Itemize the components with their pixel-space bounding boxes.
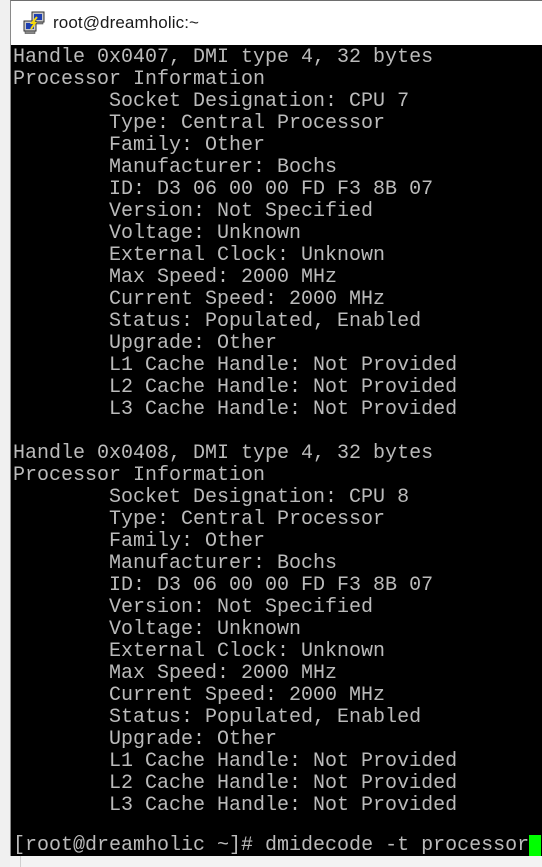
terminal-line: Voltage: Unknown [13,222,302,245]
terminal-line: L1 Cache Handle: Not Provided [13,750,458,773]
terminal-line: Processor Information [13,464,266,487]
background-window-strip [10,856,542,867]
terminal-line: Family: Other [13,530,266,553]
putty-terminal-icon [23,11,47,35]
terminal-line: L2 Cache Handle: Not Provided [13,772,458,795]
text-cursor [529,835,542,857]
terminal-line: ID: D3 06 00 00 FD F3 8B 07 [13,574,434,597]
terminal-line: Version: Not Specified [13,596,374,619]
terminal-line: Processor Information [13,68,266,91]
terminal-line: ID: D3 06 00 00 FD F3 8B 07 [13,178,434,201]
terminal-line: L2 Cache Handle: Not Provided [13,376,458,399]
terminal-line: External Clock: Unknown [13,244,386,267]
terminal-line: Handle 0x0407, DMI type 4, 32 bytes [13,46,434,69]
terminal-line: L1 Cache Handle: Not Provided [13,354,458,377]
terminal-line: Current Speed: 2000 MHz [13,684,386,707]
terminal-line: Upgrade: Other [13,728,278,751]
command-text: dmidecode -t processor [265,834,530,857]
terminal-line: Status: Populated, Enabled [13,310,422,333]
terminal-line: Max Speed: 2000 MHz [13,662,338,685]
title-bar[interactable]: root@dreamholic:~ [11,1,542,45]
terminal-line: Manufacturer: Bochs [13,552,338,575]
window-title: root@dreamholic:~ [53,13,200,32]
terminal-line: Family: Other [13,134,266,157]
terminal-line: Socket Designation: CPU 7 [13,90,410,113]
terminal-line: Upgrade: Other [13,332,278,355]
terminal-line: Socket Designation: CPU 8 [13,486,410,509]
terminal-line: External Clock: Unknown [13,640,386,663]
terminal-line: Type: Central Processor [13,508,386,531]
terminal-line: Status: Populated, Enabled [13,706,422,729]
shell-prompt: [root@dreamholic ~]# [13,834,266,857]
terminal-line: L3 Cache Handle: Not Provided [13,794,458,817]
divider [20,856,21,867]
terminal-line: Current Speed: 2000 MHz [13,288,386,311]
terminal-line: Type: Central Processor [13,112,386,135]
terminal-line: Max Speed: 2000 MHz [13,266,338,289]
terminal-line: Voltage: Unknown [13,618,302,641]
terminal-line: Handle 0x0408, DMI type 4, 32 bytes [13,442,434,465]
terminal-window: root@dreamholic:~ Handle 0x0407, DMI typ… [10,0,542,857]
terminal-line: Version: Not Specified [13,200,374,223]
terminal-line: Manufacturer: Bochs [13,156,338,179]
terminal-line: L3 Cache Handle: Not Provided [13,398,458,421]
command-line[interactable]: [root@dreamholic ~]# dmidecode -t proces… [13,834,542,857]
terminal-screen[interactable]: Handle 0x0407, DMI type 4, 32 bytes Proce… [11,45,542,857]
terminal-output: Handle 0x0407, DMI type 4, 32 bytes Proce… [13,47,457,817]
